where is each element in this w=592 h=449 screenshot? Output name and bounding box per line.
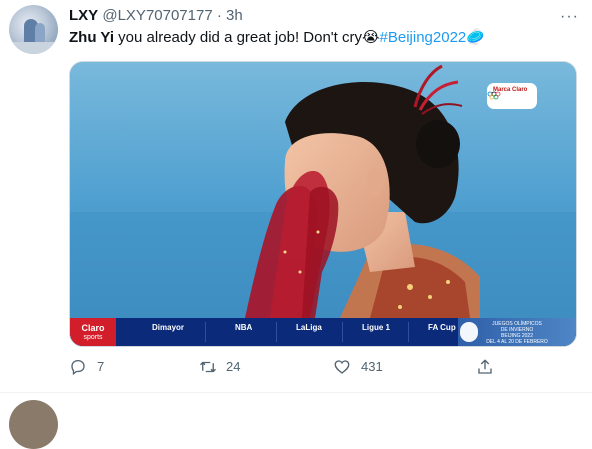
tweet-header: LXY @LXY70707177 · 3h bbox=[69, 6, 243, 26]
share-button[interactable] bbox=[476, 356, 498, 378]
retweet-button[interactable]: 24 bbox=[198, 356, 258, 378]
more-icon[interactable]: ··· bbox=[560, 8, 579, 26]
author-name[interactable]: LXY bbox=[69, 7, 98, 24]
like-button[interactable]: 431 bbox=[333, 356, 403, 378]
header-separator: · bbox=[216, 7, 222, 24]
olympic-text-line: DEL 4 AL 20 DE FEBRERO bbox=[486, 339, 548, 345]
like-count: 431 bbox=[361, 359, 383, 374]
scorebar-item: Dimayor bbox=[152, 323, 185, 332]
hashtag-emoji: 🥏 bbox=[466, 28, 485, 46]
olympic-rings-icon bbox=[487, 91, 501, 100]
broadcast-scorebar: Claro sports Dimayor NBA LaLiga Ligue 1 … bbox=[70, 318, 576, 346]
retweet-count: 24 bbox=[226, 359, 241, 374]
crying-emoji: 😭 bbox=[362, 28, 380, 46]
reply-button[interactable]: 7 bbox=[69, 356, 129, 378]
claro-brand: Claro bbox=[81, 323, 105, 333]
scorebar-divider bbox=[408, 322, 409, 342]
scorebar-item: FA Cup bbox=[428, 323, 456, 332]
tweet-text-main: you already did a great job! Don't cry bbox=[114, 29, 362, 46]
reply-count: 7 bbox=[97, 359, 105, 374]
scorebar-item: LaLiga bbox=[296, 323, 322, 332]
author-handle[interactable]: @LXY70707177 bbox=[102, 7, 212, 24]
like-icon bbox=[334, 360, 350, 374]
scorebar-divider bbox=[205, 322, 206, 342]
tweet-timestamp[interactable]: 3h bbox=[226, 7, 243, 24]
tweet-actions: 7 24 431 bbox=[0, 356, 592, 378]
tweet-card[interactable]: LXY @LXY70707177 · 3h ··· Zhu Yi you alr… bbox=[0, 0, 592, 393]
scorebar-divider bbox=[342, 322, 343, 342]
olympic-promo-panel: JUEGOS OLÍMPICOS DE INVIERNO BEIJING 202… bbox=[458, 318, 576, 346]
scorebar-item: Ligue 1 bbox=[362, 323, 391, 332]
broadcast-logo: Marca Claro bbox=[487, 83, 537, 109]
tweet-media-image[interactable]: Marca Claro Claro sports Dimayor NBA LaL… bbox=[69, 61, 577, 347]
claro-sports-logo: Claro sports bbox=[70, 318, 116, 346]
share-icon bbox=[478, 359, 492, 374]
reply-icon bbox=[71, 359, 85, 376]
tweet-text: Zhu Yi you already did a great job! Don'… bbox=[69, 27, 485, 48]
claro-brand-sub: sports bbox=[83, 334, 103, 341]
hashtag-link[interactable]: #Beijing2022 bbox=[380, 29, 467, 46]
tweet-text-bold: Zhu Yi bbox=[69, 29, 114, 46]
author-avatar[interactable] bbox=[9, 5, 58, 54]
scorebar-divider bbox=[276, 322, 277, 342]
scorebar-item: NBA bbox=[235, 323, 253, 332]
mascot-icon bbox=[460, 322, 478, 342]
next-tweet-avatar[interactable] bbox=[9, 400, 58, 449]
retweet-icon bbox=[200, 361, 216, 373]
